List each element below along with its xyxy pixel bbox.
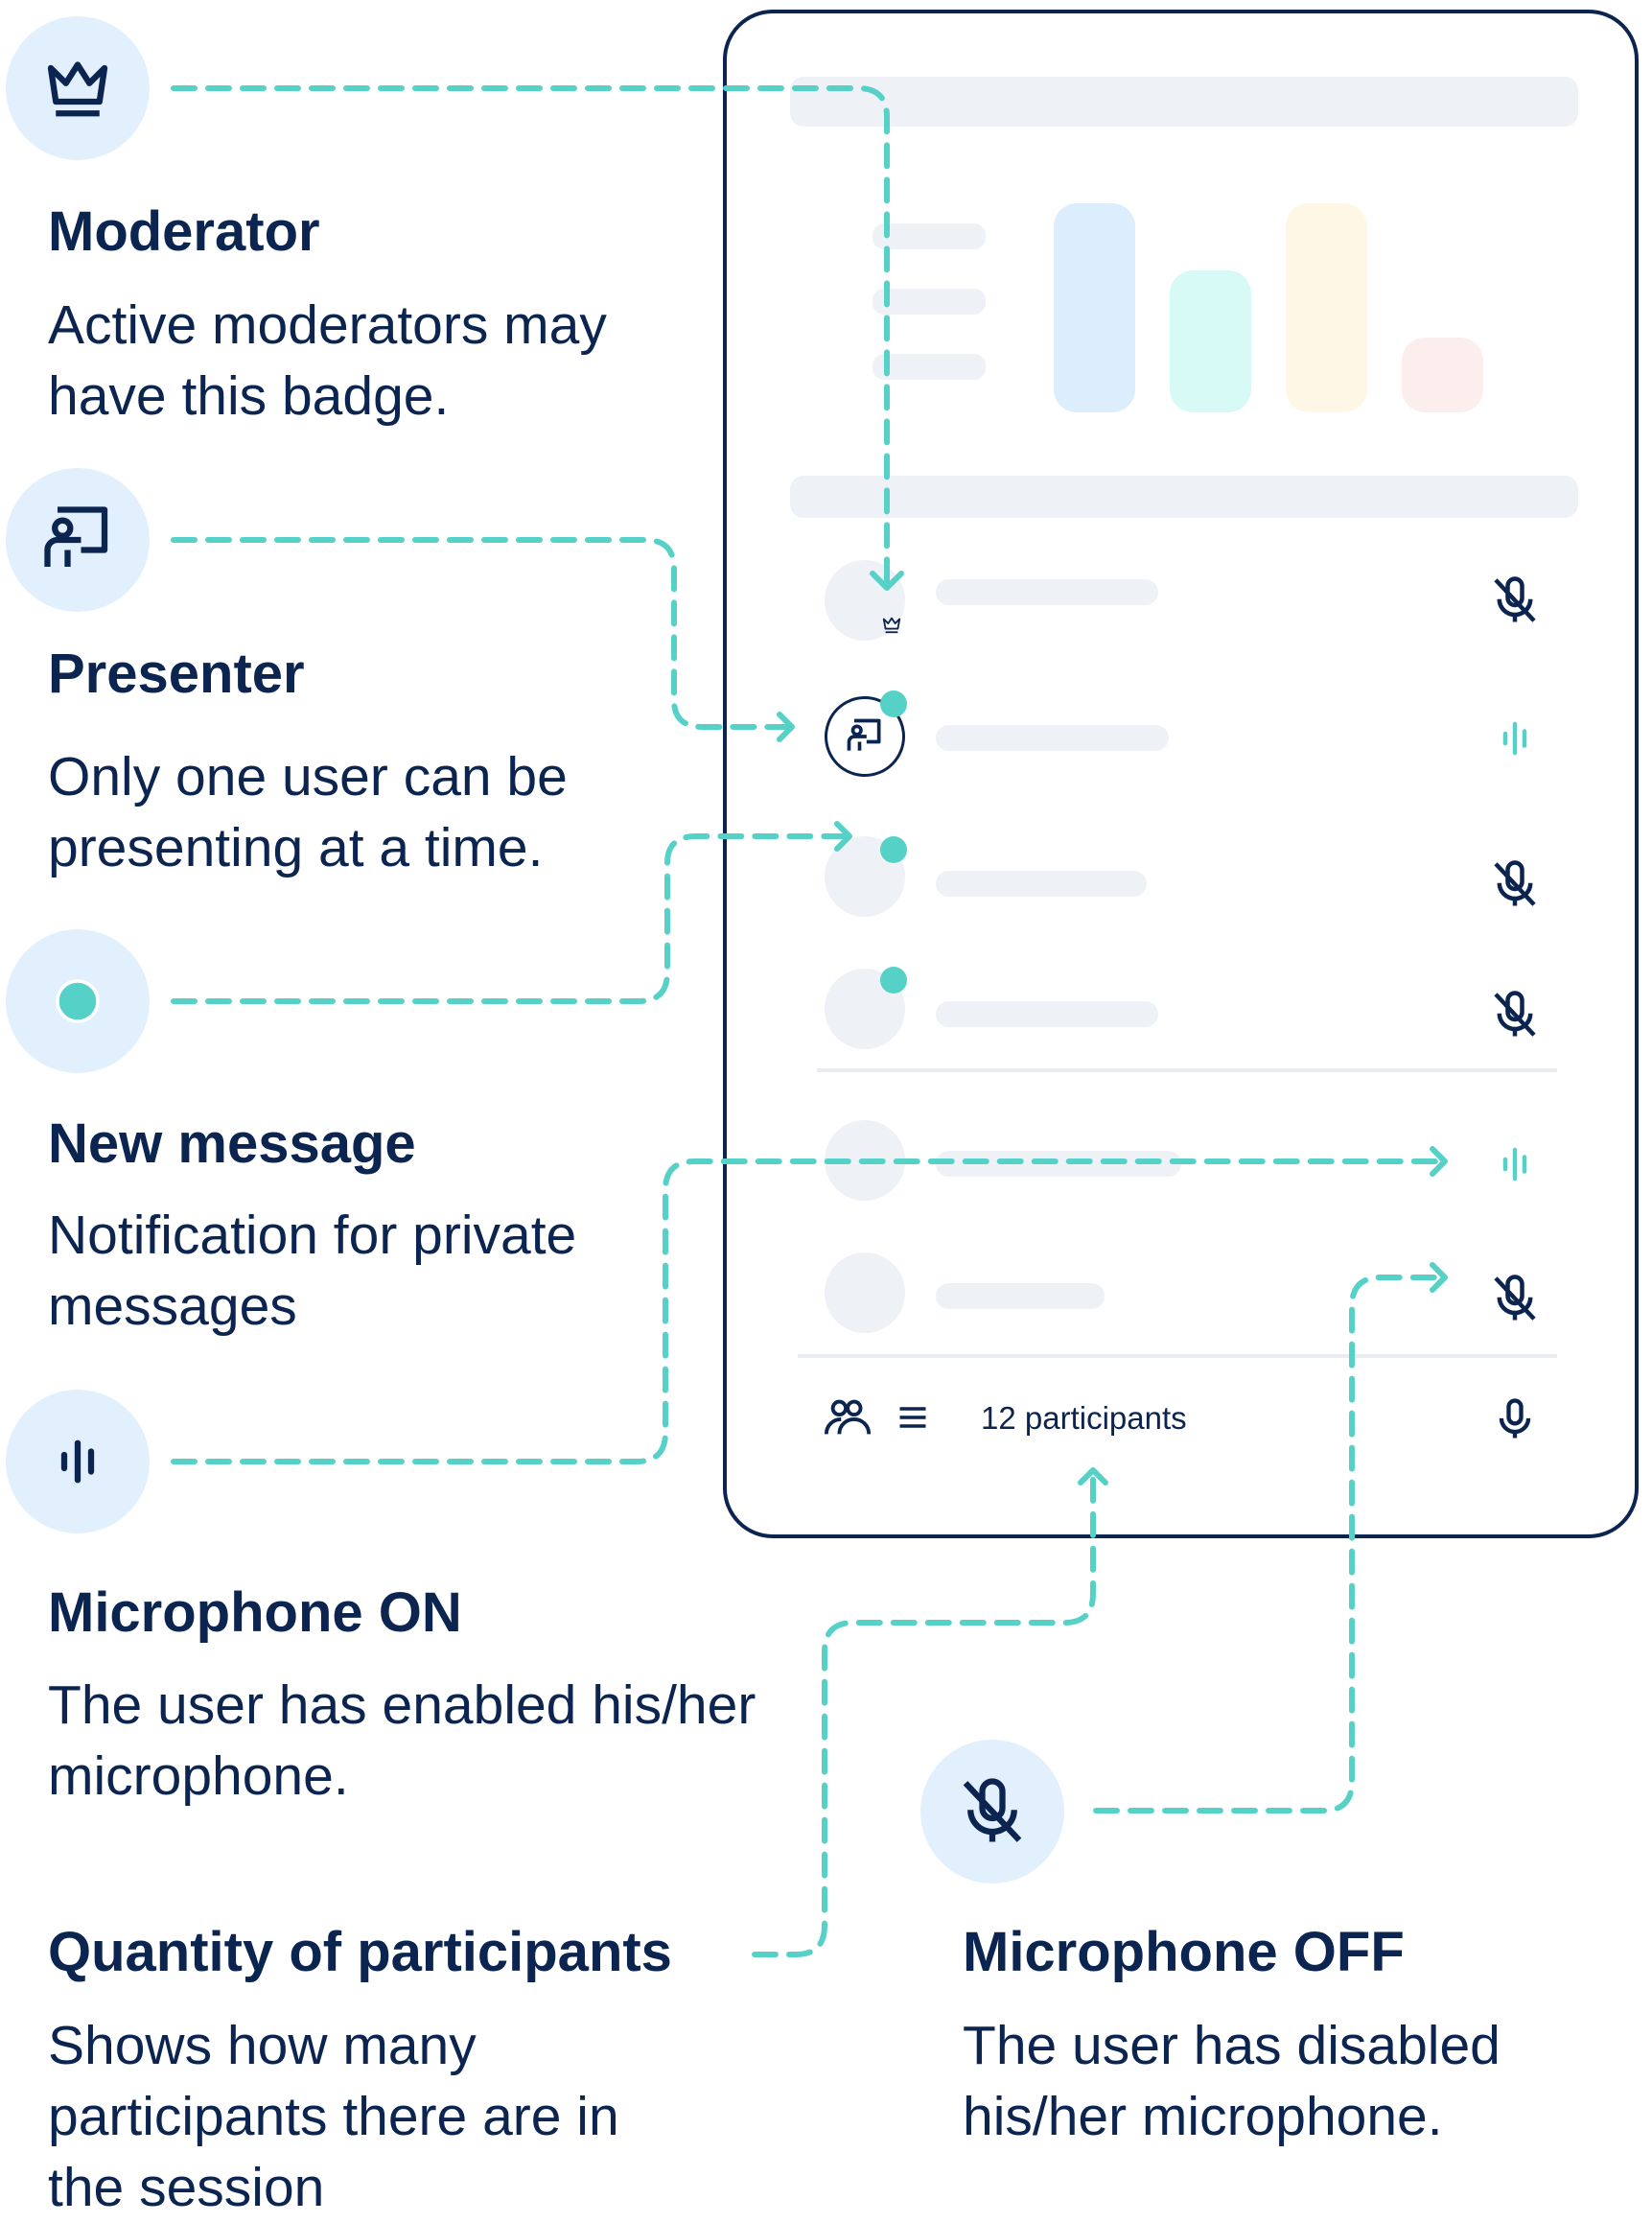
participant-name-placeholder [936,1151,1181,1177]
participant-avatar [825,1120,905,1201]
crown-icon [882,617,901,634]
mic-off-icon[interactable] [1486,855,1544,913]
mic-off-description: The user has disabled his/her microphone… [963,2015,1501,2147]
presenter-title: Presenter [48,643,305,705]
audio-wave-icon[interactable] [1486,710,1544,767]
footer-divider [798,1354,1557,1358]
mic-off-icon[interactable] [1486,1270,1544,1327]
placeholder-bar-yellow [1286,203,1367,412]
presenter-icon [44,506,108,567]
participants-icon[interactable] [823,1394,874,1440]
section-placeholder [790,476,1578,518]
mic-on-title: Microphone ON [48,1581,462,1644]
participant-name-placeholder [936,579,1158,605]
crown-icon [47,61,108,117]
moderator-description: Active moderators may have this badge. [48,294,607,427]
participants-title: Quantity of participants [48,1921,672,1983]
mic-off-icon [963,1778,1022,1842]
participants-count: 12 participants [981,1400,1187,1436]
mic-off-title: Microphone OFF [963,1921,1405,1983]
new-message-dot [880,690,907,717]
mic-off-icon[interactable] [1486,986,1544,1043]
microphone-icon[interactable] [1490,1394,1540,1444]
participant-name-placeholder [936,1283,1105,1309]
menu-icon[interactable] [896,1400,930,1435]
presenter-badge [6,468,150,612]
mic-on-description: The user has enabled his/her microphone. [48,1674,756,1807]
new-message-title: New message [48,1112,416,1175]
audio-wave-icon[interactable] [1486,1135,1544,1193]
header-placeholder [790,77,1578,127]
text-placeholder [873,289,986,315]
presenter-description: Only one user can be presenting at a tim… [48,746,568,878]
new-message-description: Notification for private messages [48,1205,577,1337]
new-message-badge [6,929,150,1073]
placeholder-bar-pink [1402,338,1483,412]
participants-panel-mockup: 12 participants [723,10,1639,1538]
participant-avatar [825,1252,905,1333]
presenter-icon [847,718,881,751]
mic-off-badge [920,1740,1064,1884]
list-divider [817,1068,1557,1072]
dot-icon [56,979,100,1023]
legend-diagram: 12 participants Moderator Active moderat… [0,0,1652,2218]
participant-name-placeholder [936,871,1147,897]
moderator-title: Moderator [48,200,320,263]
audio-wave-icon [60,1439,95,1484]
text-placeholder [873,223,986,249]
new-message-dot [880,967,907,994]
participants-description: Shows how many participants there are in… [48,2015,619,2218]
participant-name-placeholder [936,725,1169,751]
moderator-badge [6,16,150,160]
mic-on-badge [6,1390,150,1533]
placeholder-bar-blue [1054,203,1135,412]
text-placeholder [873,354,986,380]
participant-name-placeholder [936,1001,1158,1027]
new-message-dot [880,836,907,863]
mic-off-icon[interactable] [1486,572,1544,629]
placeholder-bar-cyan [1170,270,1251,412]
